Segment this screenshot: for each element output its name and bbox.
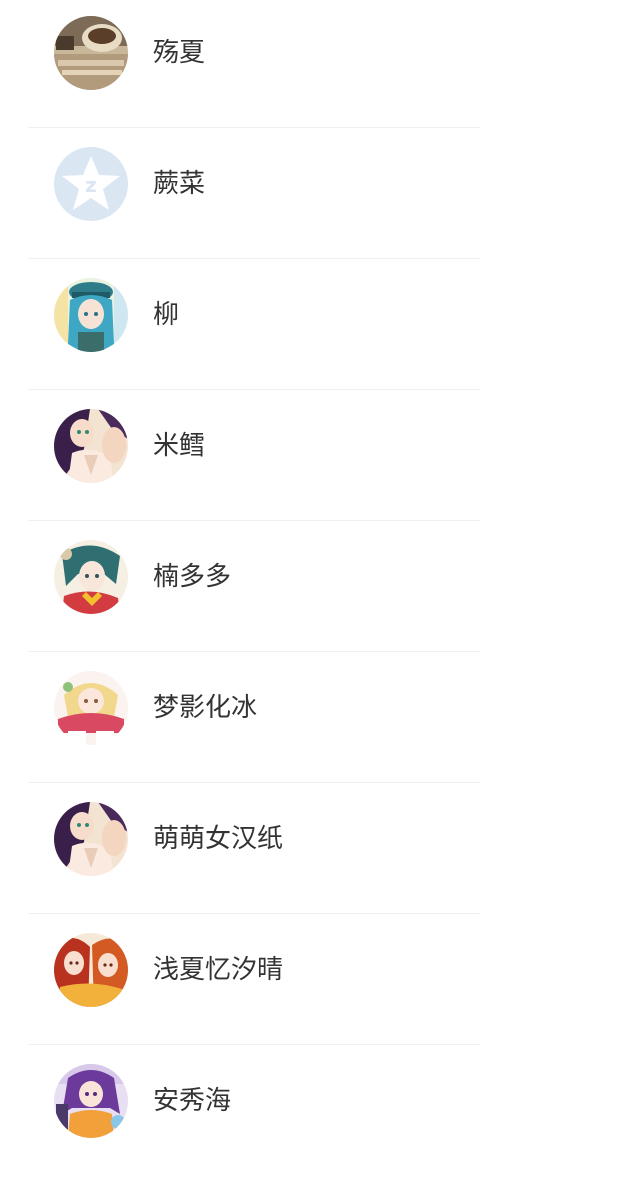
contact-row[interactable]: 安秀海 bbox=[0, 1048, 640, 1179]
divider bbox=[28, 913, 480, 914]
divider bbox=[28, 782, 480, 783]
contact-name: 浅夏忆汐晴 bbox=[153, 955, 284, 985]
contact-name: 楠多多 bbox=[153, 562, 232, 592]
avatar[interactable] bbox=[54, 409, 128, 483]
svg-text:z: z bbox=[85, 173, 97, 197]
avatar[interactable] bbox=[54, 16, 128, 90]
avatar[interactable] bbox=[54, 671, 128, 745]
contact-name: 殇夏 bbox=[153, 38, 206, 68]
contact-name: 蕨菜 bbox=[153, 169, 206, 199]
contact-name: 米鳕 bbox=[153, 431, 206, 461]
contact-row[interactable]: 米鳕 bbox=[0, 393, 640, 524]
contact-row[interactable]: 萌萌女汉纸 bbox=[0, 786, 640, 917]
divider bbox=[28, 1044, 480, 1045]
contact-name: 梦影化冰 bbox=[153, 693, 258, 723]
contact-name: 萌萌女汉纸 bbox=[153, 824, 284, 854]
contact-name: 安秀海 bbox=[153, 1086, 232, 1116]
divider bbox=[28, 389, 480, 390]
contact-list: 殇夏 z 蕨菜 柳 米鳕 楠多多 梦影化冰 萌萌女汉纸 浅夏忆汐晴 安秀海 bbox=[0, 0, 640, 1155]
avatar[interactable] bbox=[54, 278, 128, 352]
divider bbox=[28, 258, 480, 259]
divider bbox=[28, 651, 480, 652]
contact-row[interactable]: 殇夏 bbox=[0, 0, 640, 131]
avatar[interactable] bbox=[54, 802, 128, 876]
avatar[interactable] bbox=[54, 1064, 128, 1138]
avatar[interactable] bbox=[54, 933, 128, 1007]
contact-row[interactable]: 浅夏忆汐晴 bbox=[0, 917, 640, 1048]
contact-row[interactable]: 梦影化冰 bbox=[0, 655, 640, 786]
contact-name: 柳 bbox=[153, 300, 180, 330]
contact-row[interactable]: z 蕨菜 bbox=[0, 131, 640, 262]
divider bbox=[28, 127, 480, 128]
contact-row[interactable]: 楠多多 bbox=[0, 524, 640, 655]
avatar[interactable] bbox=[54, 540, 128, 614]
divider bbox=[28, 520, 480, 521]
avatar[interactable]: z bbox=[54, 147, 128, 221]
contact-row[interactable]: 柳 bbox=[0, 262, 640, 393]
